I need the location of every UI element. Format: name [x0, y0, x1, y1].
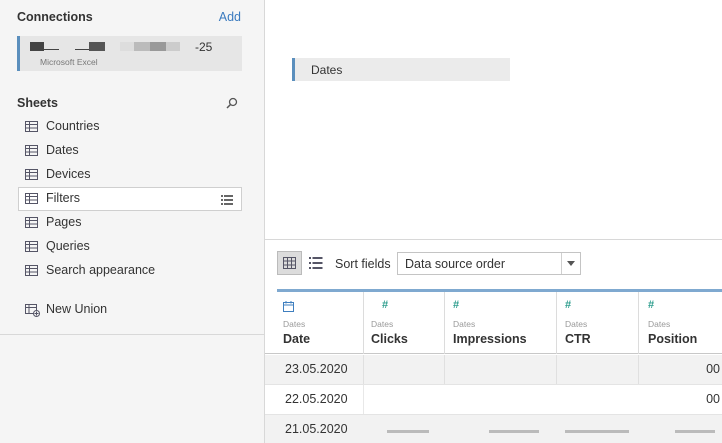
table-icon [25, 121, 38, 132]
table-row: 23.05.2020 00 [265, 355, 722, 385]
sheet-label: Devices [46, 167, 91, 181]
canvas-table-label: Dates [311, 63, 343, 77]
column-source: Dates [453, 319, 476, 329]
column-name: Clicks [371, 332, 408, 346]
column-name: Position [648, 332, 698, 346]
connection-item[interactable]: -25 Microsoft Excel [17, 36, 242, 71]
sort-fields-select[interactable]: Data source order [397, 252, 581, 275]
position-cell: 00 [706, 392, 720, 406]
chevron-down-icon [567, 261, 575, 266]
number-type-icon[interactable]: # [565, 299, 576, 311]
sort-fields-value: Data source order [405, 257, 506, 271]
table-icon [25, 217, 38, 228]
list-view-icon[interactable] [309, 256, 323, 270]
column-source: Dates [371, 319, 394, 329]
table-icon [25, 169, 38, 180]
sheet-list: Countries Dates Devices Filters Pages Qu… [18, 115, 242, 283]
position-cell: 00 [706, 362, 720, 376]
column-header-date[interactable]: Dates Date [265, 292, 364, 354]
table-icon [25, 145, 38, 156]
column-source: Dates [565, 319, 588, 329]
redacted-value [489, 430, 539, 433]
date-cell: 23.05.2020 [285, 362, 348, 376]
date-cell: 21.05.2020 [285, 422, 348, 436]
number-type-icon[interactable]: # [648, 299, 659, 311]
column-name: CTR [565, 332, 591, 346]
sheet-label: Search appearance [46, 263, 156, 277]
sheet-item-devices[interactable]: Devices [18, 163, 242, 187]
view-data-icon[interactable] [221, 195, 233, 205]
new-union-item[interactable]: New Union [18, 299, 242, 321]
sheet-label: Queries [46, 239, 90, 253]
sheet-item-countries[interactable]: Countries [18, 115, 242, 139]
column-name: Date [283, 332, 311, 346]
column-header-ctr[interactable]: # Dates CTR [557, 292, 639, 354]
redacted-value [675, 430, 715, 433]
connection-name-redacted: -25 [30, 40, 230, 54]
column-source: Dates [283, 319, 306, 329]
data-pane: Connections Add -25 Microsoft Excel Shee… [0, 0, 265, 443]
table-icon [25, 241, 38, 252]
sort-fields-label: Sort fields [335, 257, 391, 271]
sheet-item-dates[interactable]: Dates [18, 139, 242, 163]
table-row: 21.05.2020 [265, 415, 722, 443]
date-type-icon[interactable] [283, 301, 294, 312]
sheet-label: Pages [46, 215, 82, 229]
redacted-value [565, 430, 629, 433]
sheets-title: Sheets [17, 96, 58, 110]
grid-icon [283, 257, 296, 269]
dropdown-button[interactable] [561, 253, 580, 274]
column-source: Dates [648, 319, 671, 329]
sheet-item-queries[interactable]: Queries [18, 235, 242, 259]
new-union-label: New Union [46, 302, 108, 316]
column-header-clicks[interactable]: # Dates Clicks [364, 292, 445, 354]
grid-header: Dates Date # Dates Clicks # Dates Impres… [265, 292, 722, 354]
table-icon [25, 193, 38, 204]
grid-view-button[interactable] [277, 251, 302, 275]
union-icon [25, 304, 40, 317]
add-connection-link[interactable]: Add [219, 10, 241, 24]
sheet-label: Dates [46, 143, 79, 157]
connections-header: Connections Add [17, 10, 241, 28]
date-cell: 22.05.2020 [285, 392, 348, 406]
sheet-label: Filters [46, 191, 81, 205]
number-type-icon[interactable]: # [382, 299, 393, 311]
sheet-label: Countries [46, 119, 100, 133]
divider [0, 334, 264, 335]
sheet-item-pages[interactable]: Pages [18, 211, 242, 235]
canvas-table-dates[interactable]: Dates [292, 58, 510, 81]
search-icon[interactable] [226, 97, 238, 109]
sheet-item-search-appearance[interactable]: Search appearance [18, 259, 242, 283]
redacted-value [387, 430, 429, 433]
connection-type: Microsoft Excel [40, 57, 98, 67]
connections-title: Connections [17, 10, 93, 24]
number-type-icon[interactable]: # [453, 299, 464, 311]
table-icon [25, 265, 38, 276]
sheet-item-filters[interactable]: Filters [18, 187, 242, 211]
column-name: Impressions [453, 332, 527, 346]
column-header-impressions[interactable]: # Dates Impressions [445, 292, 557, 354]
table-row: 22.05.2020 00 [265, 385, 722, 415]
connection-name-suffix: -25 [195, 40, 213, 54]
column-header-position[interactable]: # Dates Position [639, 292, 722, 354]
divider [265, 239, 722, 240]
